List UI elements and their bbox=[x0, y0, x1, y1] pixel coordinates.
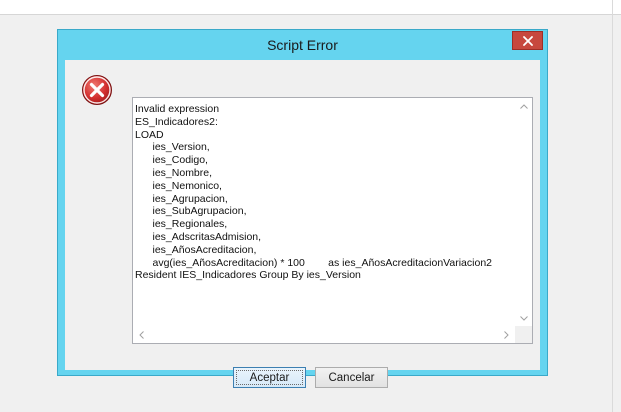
error-message-text: Invalid expression ES_Indicadores2: LOAD… bbox=[135, 103, 514, 325]
chevron-left-icon bbox=[139, 330, 144, 339]
error-message-line: ies_Agrupacion, bbox=[135, 192, 228, 205]
error-message-line: ies_Codigo, bbox=[135, 154, 208, 167]
error-message-line: Resident IES_Indicadores Group By ies_Ve… bbox=[135, 269, 361, 282]
error-message-line: ies_AñosAcreditacion, bbox=[135, 243, 257, 256]
scroll-up-arrow[interactable] bbox=[515, 98, 532, 115]
chevron-down-icon bbox=[519, 316, 528, 321]
close-icon bbox=[522, 35, 533, 46]
dialog-client-area: Invalid expression ES_Indicadores2: LOAD… bbox=[65, 60, 540, 388]
error-message-line: ies_Nombre, bbox=[135, 166, 213, 179]
script-error-dialog: Script Error Invalid expression ES_Indic… bbox=[57, 29, 548, 388]
chevron-up-icon bbox=[519, 104, 528, 109]
error-message-line: ies_SubAgrupacion, bbox=[135, 205, 247, 218]
scrollbar-corner bbox=[515, 326, 532, 343]
scroll-right-arrow[interactable] bbox=[498, 326, 515, 343]
error-message-line: avg(ies_AñosAcreditacion) * 100 as ies_A… bbox=[135, 256, 493, 269]
scroll-left-arrow[interactable] bbox=[133, 326, 150, 343]
scroll-down-arrow[interactable] bbox=[515, 310, 532, 327]
dialog-title: Script Error bbox=[267, 37, 338, 53]
error-message-line: ES_Indicadores2: bbox=[135, 115, 218, 128]
accept-button[interactable]: Aceptar bbox=[233, 367, 306, 388]
vertical-scrollbar[interactable] bbox=[515, 98, 532, 327]
error-message-line: ies_Regionales, bbox=[135, 218, 228, 231]
close-button[interactable] bbox=[512, 31, 543, 50]
cancel-button-label: Cancelar bbox=[328, 371, 375, 384]
cancel-button[interactable]: Cancelar bbox=[315, 367, 388, 388]
background-window-top bbox=[0, 0, 621, 15]
horizontal-scrollbar[interactable] bbox=[133, 326, 515, 343]
chevron-right-icon bbox=[504, 330, 509, 339]
error-message-line: LOAD bbox=[135, 128, 164, 141]
error-message-line: Invalid expression bbox=[135, 103, 220, 115]
focus-rectangle bbox=[236, 370, 303, 385]
background-window-edge bbox=[612, 0, 613, 412]
error-message-line: ies_Version, bbox=[135, 141, 210, 154]
error-message-textbox[interactable]: Invalid expression ES_Indicadores2: LOAD… bbox=[132, 97, 533, 344]
error-message-line: ies_Nemonico, bbox=[135, 179, 222, 192]
error-message-line: ies_AdscritasAdmision, bbox=[135, 230, 262, 243]
error-icon bbox=[82, 75, 112, 105]
